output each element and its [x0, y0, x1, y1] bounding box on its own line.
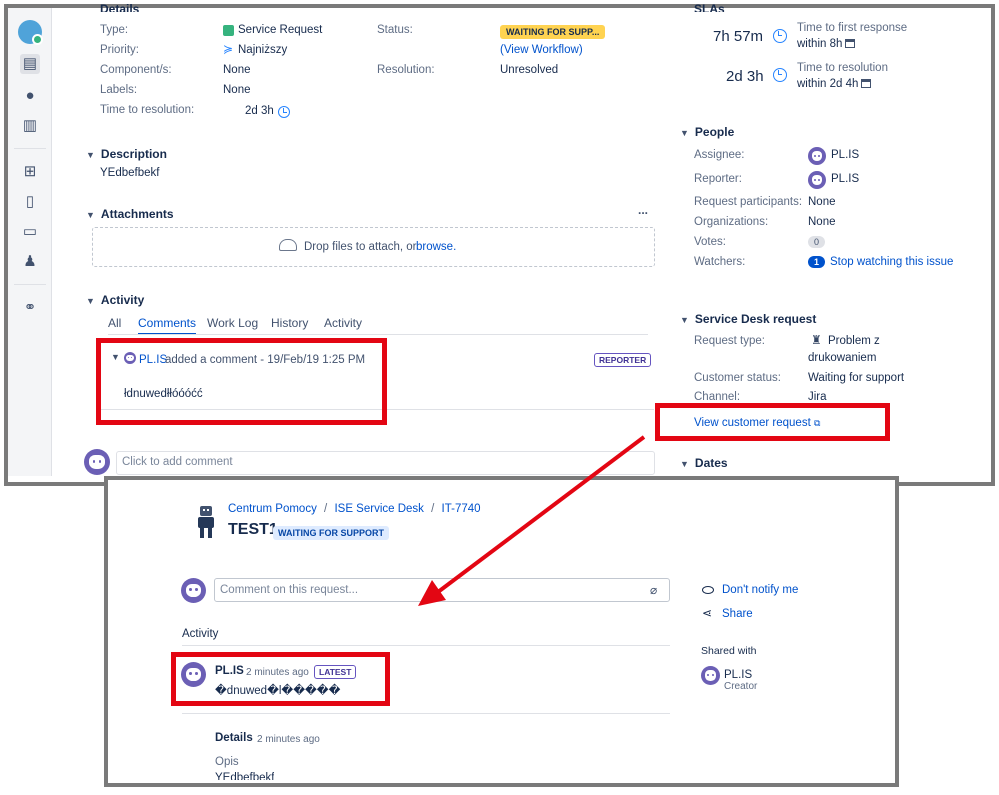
annotation-arrow-head: [418, 580, 446, 606]
annotation-arrow: [418, 435, 646, 606]
annotation-arrow-line: [436, 435, 646, 594]
